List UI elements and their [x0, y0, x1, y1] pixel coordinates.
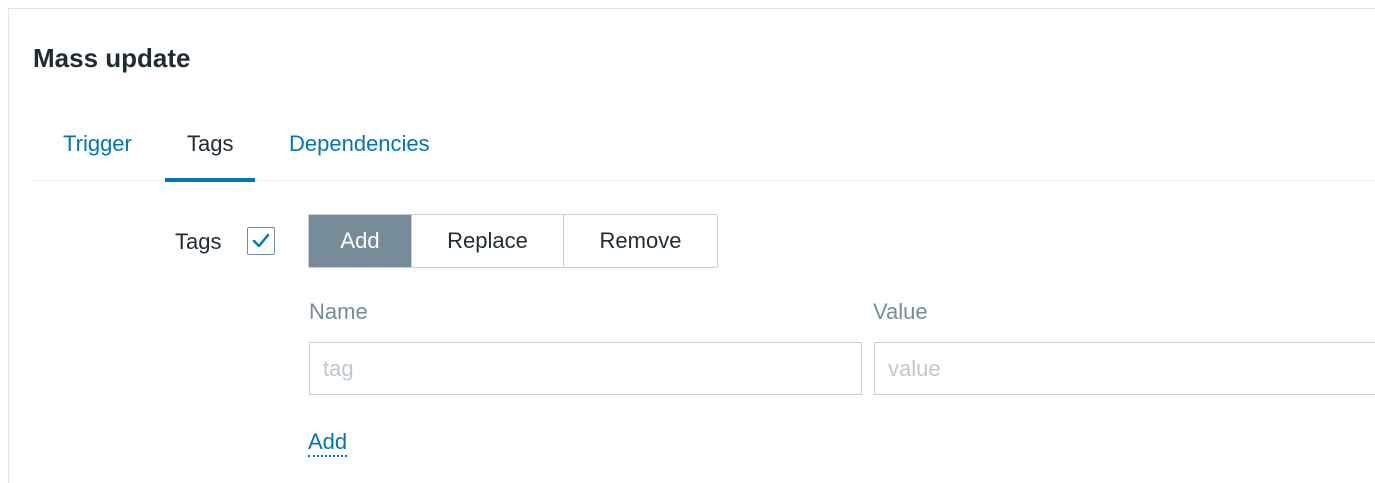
- tag-operation-selector: Add Replace Remove: [308, 214, 718, 268]
- mass-update-dialog: Mass update Trigger Tags Dependencies Ta…: [8, 8, 1375, 483]
- column-header-name: Name: [309, 299, 368, 324]
- tab-bar: Trigger Tags Dependencies: [31, 129, 1375, 182]
- tab-trigger[interactable]: Trigger: [63, 129, 132, 180]
- dialog-title: Mass update: [33, 43, 191, 73]
- tag-value-input[interactable]: [874, 342, 1375, 395]
- mode-remove-button[interactable]: Remove: [563, 215, 717, 267]
- tag-name-input[interactable]: [309, 342, 862, 395]
- mode-replace-button[interactable]: Replace: [411, 215, 563, 267]
- tab-tags[interactable]: Tags: [164, 129, 257, 182]
- checkmark-icon: [252, 233, 270, 248]
- add-tag-link[interactable]: Add: [308, 429, 348, 457]
- tab-dependencies[interactable]: Dependencies: [289, 129, 430, 180]
- tags-checkbox[interactable]: [247, 227, 275, 255]
- column-header-value: Value: [873, 299, 928, 324]
- tags-field-label: Tags: [175, 229, 222, 254]
- mode-add-button[interactable]: Add: [309, 215, 411, 267]
